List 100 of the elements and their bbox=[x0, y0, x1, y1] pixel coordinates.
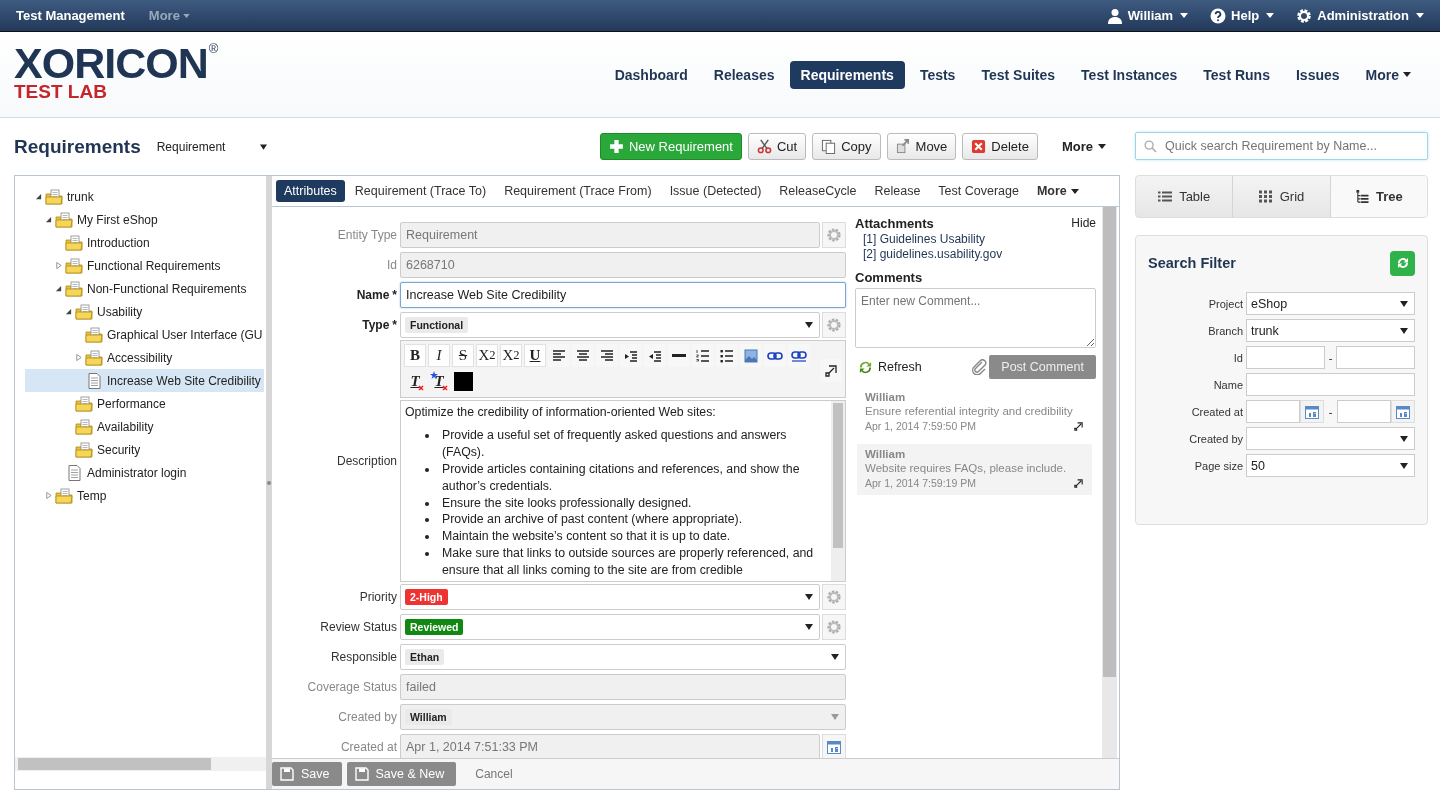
more-actions-menu[interactable]: More bbox=[1053, 133, 1114, 160]
clear-format-button[interactable]: T bbox=[404, 370, 426, 393]
italic-button[interactable]: I bbox=[428, 344, 450, 367]
collapsed-arrow-icon[interactable] bbox=[45, 492, 52, 499]
tree-item[interactable]: Functional Requirements bbox=[25, 254, 264, 277]
more-menu[interactable]: More bbox=[148, 8, 190, 23]
refresh-button[interactable]: Refresh bbox=[858, 359, 922, 375]
calendar-button[interactable] bbox=[1300, 400, 1324, 423]
tab[interactable]: Test Coverage bbox=[930, 180, 1027, 202]
tab[interactable]: ReleaseCycle bbox=[771, 180, 865, 202]
caret-icon bbox=[1416, 13, 1424, 18]
popout-icon[interactable] bbox=[1073, 477, 1084, 489]
vertical-scrollbar[interactable] bbox=[831, 401, 845, 581]
calendar-button[interactable] bbox=[822, 734, 846, 760]
tab[interactable]: Release bbox=[866, 180, 929, 202]
nav-tab[interactable]: Test Suites bbox=[970, 60, 1067, 89]
field-label: Id bbox=[387, 258, 397, 272]
delete-button[interactable]: Delete bbox=[962, 133, 1038, 160]
nav-tab[interactable]: Dashboard bbox=[603, 60, 699, 89]
collapsed-arrow-icon[interactable] bbox=[75, 354, 82, 361]
tab[interactable]: Attributes bbox=[276, 180, 345, 202]
copy-button[interactable]: Copy bbox=[812, 133, 881, 160]
expanded-arrow-icon[interactable] bbox=[55, 285, 62, 292]
text-color-button[interactable] bbox=[452, 370, 474, 393]
filter-field[interactable] bbox=[1246, 373, 1415, 396]
calendar-icon bbox=[826, 739, 842, 755]
popout-icon[interactable] bbox=[1073, 420, 1084, 432]
tree-item[interactable]: Graphical User Interface (GU bbox=[25, 323, 264, 346]
more-tabs-menu[interactable]: More bbox=[1028, 180, 1087, 202]
nav-tab[interactable]: Test Runs bbox=[1192, 60, 1281, 89]
filter-field[interactable] bbox=[1246, 346, 1325, 369]
administration-menu[interactable]: Administration bbox=[1296, 7, 1424, 24]
tree-item[interactable]: Introduction bbox=[25, 231, 264, 254]
entity-type-dropdown[interactable]: Requirement bbox=[156, 139, 267, 154]
filter-dropdown[interactable]: eShop bbox=[1246, 292, 1415, 315]
expanded-arrow-icon[interactable] bbox=[35, 193, 42, 200]
tree-item[interactable]: Administrator login bbox=[25, 461, 264, 484]
nav-more-menu[interactable]: More bbox=[1354, 60, 1422, 89]
cancel-button[interactable]: Cancel bbox=[469, 766, 519, 782]
calendar-button[interactable] bbox=[1391, 400, 1415, 423]
vertical-scrollbar[interactable] bbox=[1102, 207, 1117, 758]
nav-tab[interactable]: Requirements bbox=[789, 60, 905, 89]
tree-item[interactable]: Performance bbox=[25, 392, 264, 415]
horizontal-scrollbar[interactable] bbox=[15, 757, 266, 771]
field-label: Description bbox=[336, 454, 397, 468]
settings-button[interactable] bbox=[822, 312, 846, 338]
tree-item[interactable]: Increase Web Site Credibility bbox=[25, 369, 264, 392]
strike-button[interactable]: S bbox=[452, 344, 474, 367]
bold-button[interactable]: B bbox=[404, 344, 426, 367]
underline-button[interactable]: U bbox=[524, 344, 546, 367]
dropdown[interactable]: Reviewed bbox=[400, 614, 820, 640]
tab[interactable]: Requirement (Trace From) bbox=[496, 180, 660, 202]
move-button[interactable]: Move bbox=[886, 133, 957, 160]
comment-field[interactable]: Enter new Comment... bbox=[855, 288, 1096, 348]
user-menu[interactable]: William bbox=[1106, 7, 1189, 24]
filter-dropdown[interactable]: 50 bbox=[1246, 454, 1415, 477]
tree-item[interactable]: Availability bbox=[25, 415, 264, 438]
refresh-button[interactable] bbox=[1390, 250, 1415, 276]
tree-item[interactable]: Security bbox=[25, 438, 264, 461]
settings-button[interactable] bbox=[822, 584, 846, 610]
logo[interactable]: XORICON® TEST LAB bbox=[14, 42, 219, 101]
help-menu[interactable]: Help bbox=[1210, 7, 1275, 24]
search-field[interactable]: Quick search Requirement by Name... bbox=[1135, 132, 1428, 160]
nav-tab[interactable]: Tests bbox=[908, 60, 967, 89]
dropdown[interactable]: Ethan bbox=[400, 644, 846, 670]
hide-link[interactable]: Hide bbox=[1071, 216, 1096, 230]
tree-item[interactable]: Usability bbox=[25, 300, 264, 323]
tree-item[interactable]: My First eShop bbox=[25, 208, 264, 231]
paperclip-icon[interactable] bbox=[971, 359, 988, 375]
dropdown[interactable]: Functional bbox=[400, 312, 820, 338]
attachment-link[interactable]: [2] guidelines.usability.gov bbox=[855, 247, 1096, 262]
attachment-link[interactable]: [1] Guidelines Usability bbox=[855, 232, 1096, 247]
nav-tab[interactable]: Test Instances bbox=[1070, 60, 1189, 89]
filter-dropdown[interactable]: trunk bbox=[1246, 319, 1415, 342]
view-toggle[interactable]: Grid bbox=[1233, 176, 1331, 217]
date-field[interactable] bbox=[1246, 400, 1300, 423]
expanded-arrow-icon[interactable] bbox=[65, 308, 72, 315]
tree-item[interactable]: Temp bbox=[25, 484, 264, 507]
dropdown[interactable]: 2-High bbox=[400, 584, 820, 610]
tree-item[interactable]: Non-Functional Requirements bbox=[25, 277, 264, 300]
clear-format-button[interactable]: T bbox=[428, 370, 450, 393]
splitter-handle[interactable] bbox=[266, 176, 272, 789]
nav-tab[interactable]: Issues bbox=[1284, 60, 1351, 89]
view-toggle[interactable]: Table bbox=[1136, 176, 1234, 217]
description-text: Optimize the credibility of information-oriented Web sites: bbox=[405, 404, 717, 421]
nav-tab[interactable]: Releases bbox=[702, 60, 786, 89]
cut-button[interactable]: Cut bbox=[747, 133, 807, 160]
tab[interactable]: Issue (Detected) bbox=[661, 180, 770, 202]
app-title[interactable]: Test Management bbox=[16, 8, 125, 23]
tree-item[interactable]: Accessibility bbox=[25, 346, 264, 369]
settings-button[interactable] bbox=[822, 614, 846, 640]
description-editor[interactable] bbox=[400, 400, 846, 582]
collapsed-arrow-icon[interactable] bbox=[55, 262, 62, 269]
tree-item[interactable]: trunk bbox=[25, 185, 264, 208]
view-toggle[interactable]: Tree bbox=[1330, 176, 1427, 217]
tab[interactable]: Requirement (Trace To) bbox=[346, 180, 495, 202]
date-field[interactable] bbox=[1337, 400, 1391, 423]
filter-field[interactable] bbox=[1336, 346, 1415, 369]
expanded-arrow-icon[interactable] bbox=[45, 216, 52, 223]
text-field[interactable]: Increase Web Site Credibility bbox=[400, 282, 846, 308]
